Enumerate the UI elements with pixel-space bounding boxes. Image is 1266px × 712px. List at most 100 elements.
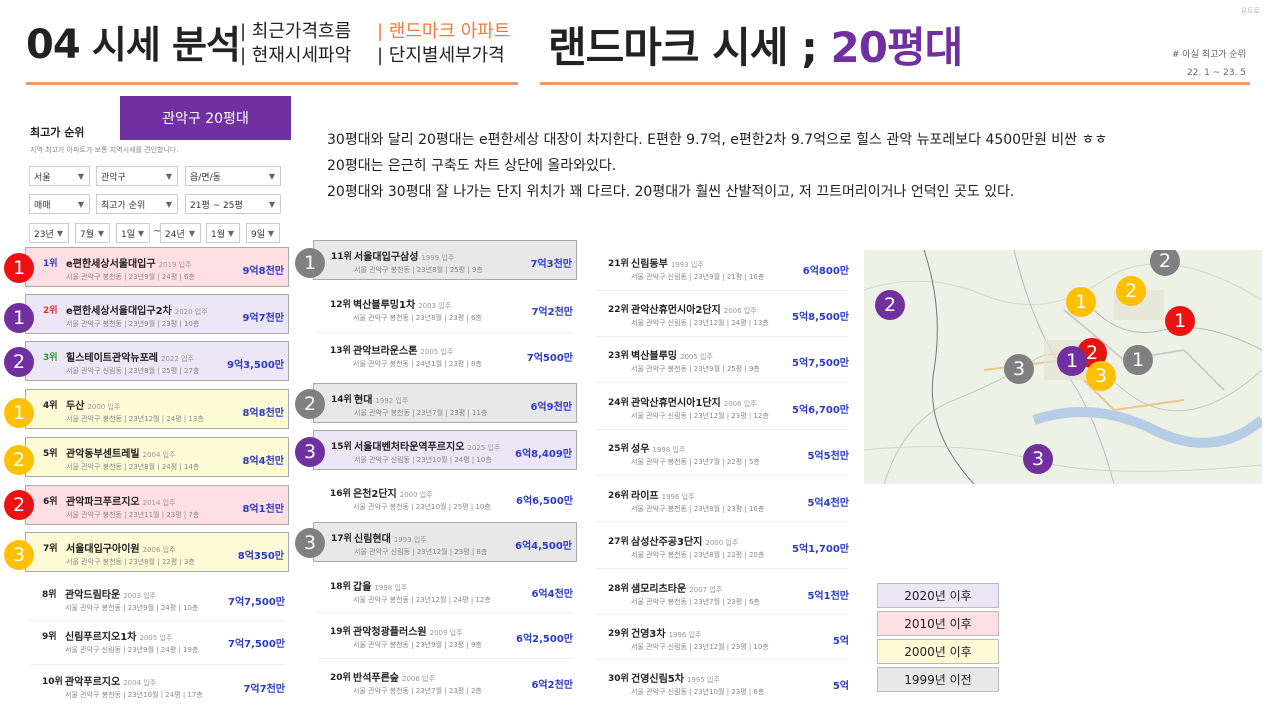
list-item[interactable]: 24위 관악산휴먼시아1단지 2006 입주 서울 관악구 신림동 | 23년12월 … <box>591 387 853 427</box>
list-item[interactable]: 8위 관악드림타운 2003 입주 서울 관악구 봉천동 | 23년9월 | 24평 … <box>25 579 289 619</box>
map-marker[interactable]: 1 <box>1057 346 1087 376</box>
filter-start-month-select[interactable]: 7월 ▼ <box>75 223 110 243</box>
analysis-text: 30평대와 달리 20평대는 e편한세상 대장이 차지한다. E편한 9.7억,… <box>327 127 1252 205</box>
row-divider <box>596 382 848 383</box>
list-item[interactable]: 14위 현대 1992 입주 서울 관악구 봉천동 | 23년7월 | 23평 | 1… <box>313 383 577 423</box>
source-note: # 아실 최고가 순위 22. 1 ~ 23. 5 <box>1171 50 1246 78</box>
list-item[interactable]: 15위 서울대벤처타운역푸르지오 2025 입주 서울 관악구 신림동 | 23년10… <box>313 430 577 470</box>
era-badge: 2 <box>4 490 34 520</box>
chevron-down-icon: ▼ <box>268 200 275 209</box>
era-badge: 2 <box>4 445 34 475</box>
map-marker[interactable]: 2 <box>1116 276 1146 306</box>
list-item[interactable]: 10위 관악푸르지오 2004 입주 서울 관악구 봉천동 | 23년10월 | 24… <box>25 666 289 706</box>
legend-2010-after: 2010년 이후 <box>877 611 999 636</box>
filter-sort-select[interactable]: 최고가 순위 ▼ <box>96 194 178 214</box>
page-title: 랜드마크 시세 ; 20평대 <box>548 23 964 72</box>
list-item[interactable]: 11위 서울대입구삼성 1999 입주 서울 관악구 봉천동 | 23년8월 | 25… <box>313 240 577 280</box>
filter-end-month-select[interactable]: 1월 ▼ <box>206 223 240 243</box>
row-divider <box>596 521 848 522</box>
chevron-down-icon: ▼ <box>165 200 172 209</box>
list-item[interactable]: 2위 e편한세상서울대입구2차 2020 입주 서울 관악구 봉천동 | 23년9월 … <box>25 294 289 334</box>
row-divider <box>596 614 848 615</box>
subtitle-2a: | 랜드마크 아파트 <box>377 21 511 42</box>
map-marker[interactable]: 3 <box>1086 361 1116 391</box>
list-item[interactable]: 25위 성우 1998 입주 서울 관악구 봉천동 | 23년7월 | 22평 | 5… <box>591 433 853 473</box>
era-badge: 3 <box>295 437 325 467</box>
list-item[interactable]: 22위 관악산휴먼시아2단지 2006 입주 서울 관악구 신림동 | 23년12월 … <box>591 294 853 334</box>
list-item[interactable]: 13위 관악브라운스톤 2005 입주 서울 관악구 봉천동 | 24년1월 | 23… <box>313 335 577 375</box>
map-marker[interactable]: 3 <box>1004 354 1034 384</box>
map-marker[interactable]: 3 <box>1023 444 1053 474</box>
section-title: 시세 분석 <box>91 23 241 67</box>
section-heading: 04 시세 분석 <box>26 14 241 69</box>
header-divider-right <box>540 82 1250 85</box>
chevron-down-icon: ▼ <box>137 229 144 238</box>
section-number: 04 <box>26 22 81 68</box>
row-divider <box>318 658 573 659</box>
list-item[interactable]: 23위 벽산블루밍 2005 입주 서울 관악구 봉천동 | 23년9월 | 25평 … <box>591 340 853 380</box>
row-divider <box>596 336 848 337</box>
chevron-down-icon: ▼ <box>77 200 84 209</box>
map-marker[interactable]: 1 <box>1165 306 1195 336</box>
list-item[interactable]: 20위 반석푸른숲 2006 입주 서울 관악구 봉천동 | 23년7월 | 23평 … <box>313 662 577 702</box>
analysis-line: 30평대와 달리 20평대는 e편한세상 대장이 차지한다. E편한 9.7억,… <box>327 132 1108 148</box>
filter-dong-select[interactable]: 읍/면/동 ▼ <box>185 166 281 186</box>
list-item[interactable]: 5위 관악동부센트레빌 2004 입주 서울 관악구 봉천동 | 23년8월 | 24… <box>25 437 289 477</box>
filter-start-year-select[interactable]: 23년 ▼ <box>29 223 69 243</box>
row-divider <box>318 332 573 333</box>
map-marker[interactable]: 1 <box>1123 345 1153 375</box>
map-marker[interactable]: 1 <box>1066 287 1096 317</box>
list-item[interactable]: 26위 라이프 1996 입주 서울 관악구 봉천동 | 23년8월 | 23평 | … <box>591 480 853 520</box>
map-marker[interactable]: 2 <box>875 290 905 320</box>
legend-2000-after: 2000년 이후 <box>877 639 999 664</box>
filter-end-year-select[interactable]: 24년 ▼ <box>160 223 201 243</box>
legend-1999-before: 1999년 이전 <box>877 667 999 692</box>
filter-size-select[interactable]: 21평 ~ 25평 ▼ <box>185 194 281 214</box>
list-item[interactable]: 4위 두산 2000 입주 서울 관악구 봉천동 | 23년12월 | 24평 | 1… <box>25 389 289 429</box>
row-divider <box>596 290 848 291</box>
list-item[interactable]: 9위 신림푸르지오1차 2005 입주 서울 관악구 신림동 | 23년9월 | 24… <box>25 621 289 661</box>
era-badge: 1 <box>4 253 34 283</box>
chevron-down-icon: ▼ <box>77 172 84 181</box>
chevron-down-icon: ▼ <box>97 229 104 238</box>
list-item[interactable]: 29위 건영3차 1996 입주 서울 관악구 신림동 | 23년12월 | 23평 … <box>591 618 853 658</box>
page-title-accent: 20평대 <box>830 23 964 72</box>
chevron-down-icon: ▼ <box>268 172 275 181</box>
filter-city-select[interactable]: 서울 ▼ <box>29 166 90 186</box>
era-badge: 1 <box>295 248 325 278</box>
row-divider <box>596 429 848 430</box>
row-divider <box>596 659 848 660</box>
list-item[interactable]: 7위 서울대입구아이원 2006 입주 서울 관악구 봉천동 | 23년8월 | 22… <box>25 532 289 572</box>
analysis-line: 20평대와 30평대 잘 나가는 단지 위치가 꽤 다르다. 20평대가 훨씬 … <box>327 184 1015 200</box>
location-map[interactable]: 2 2 1 2 1 2 3 1 3 1 3 <box>864 250 1262 484</box>
list-item[interactable]: 12위 벽산블루밍1차 2003 입주 서울 관악구 봉천동 | 23년8월 | 23… <box>313 289 577 329</box>
subtitle-1a: | 최근가격흐름 <box>240 21 352 42</box>
chevron-down-icon: ▼ <box>227 229 234 238</box>
list-item[interactable]: 28위 샘모리츠타운 2007 입주 서울 관악구 봉천동 | 23년7월 | 23평… <box>591 573 853 613</box>
filter-deal-type-select[interactable]: 매매 ▼ <box>29 194 90 214</box>
legend-2020-after: 2020년 이후 <box>877 583 999 608</box>
row-divider <box>596 568 848 569</box>
rank-description: 지역 최고가 아파트가 보통 지역시세를 견인합니다. <box>30 146 179 154</box>
list-item[interactable]: 19위 관악청광플러스원 2009 입주 서울 관악구 봉천동 | 23년9월 | 2… <box>313 616 577 656</box>
analysis-line: 20평대는 은근히 구축도 차트 상단에 올라와있다. <box>327 158 617 174</box>
list-item[interactable]: 17위 신림현대 1993 입주 서울 관악구 신림동 | 23년12월 | 23평 … <box>313 522 577 562</box>
header-divider-left <box>26 82 518 85</box>
list-item[interactable]: 1위 e편한세상서울대입구 2019 입주 서울 관악구 봉천동 | 23년9월 | … <box>25 247 289 287</box>
era-badge: 2 <box>4 347 34 377</box>
list-item[interactable]: 3위 힐스테이트관악뉴포레 2022 입주 서울 관악구 신림동 | 23년8월 | … <box>25 341 289 381</box>
filter-district-select[interactable]: 관악구 ▼ <box>96 166 178 186</box>
district-tag: 관악구 20평대 <box>120 96 291 140</box>
list-item[interactable]: 30위 건영신림5차 1995 입주 서울 관악구 신림동 | 23년10월 | 23… <box>591 663 853 703</box>
list-item[interactable]: 6위 관악파크푸르지오 2014 입주 서울 관악구 봉천동 | 23년11월 | 2… <box>25 485 289 525</box>
list-item[interactable]: 27위 삼성산주공3단지 2000 입주 서울 관악구 봉천동 | 23년8월 | 2… <box>591 526 853 566</box>
filter-end-day-select[interactable]: 9일 ▼ <box>246 223 280 243</box>
row-divider <box>318 612 573 613</box>
chevron-down-icon: ▼ <box>267 229 274 238</box>
list-item[interactable]: 21위 신림동부 1993 입주 서울 관악구 신림동 | 23년9월 | 21평 |… <box>591 248 853 288</box>
list-item[interactable]: 18위 갑을 1998 입주 서울 관악구 봉천동 | 23년12월 | 24평 | … <box>313 571 577 611</box>
era-badge: 3 <box>4 540 34 570</box>
filter-start-day-select[interactable]: 1일 ▼ <box>116 223 150 243</box>
era-badge: 3 <box>295 528 325 558</box>
list-item[interactable]: 16위 은천2단지 2000 입주 서울 관악구 봉천동 | 23년10월 | 25평… <box>313 478 577 518</box>
